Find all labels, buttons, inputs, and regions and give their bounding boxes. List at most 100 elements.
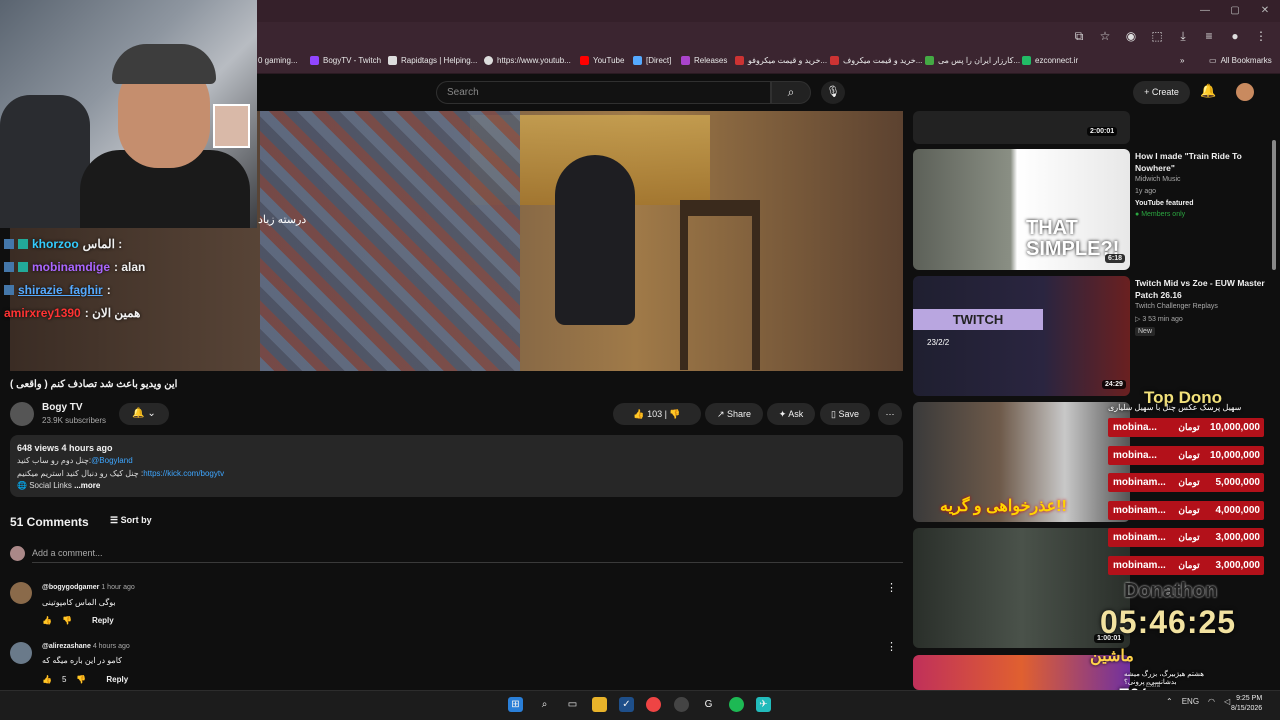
thumbs-up-icon: 👍 bbox=[633, 409, 648, 419]
reply-button[interactable]: Reply bbox=[96, 675, 128, 684]
maximize-icon[interactable]: ▢ bbox=[1220, 0, 1250, 22]
wifi-icon[interactable]: ◠ bbox=[1208, 697, 1215, 706]
language-indicator[interactable]: ENG bbox=[1182, 697, 1199, 706]
search-input[interactable]: Search bbox=[436, 81, 771, 104]
share-button[interactable]: ↗ Share bbox=[705, 403, 763, 425]
install-icon[interactable]: ⧉ bbox=[1072, 29, 1086, 44]
ezconnect-icon bbox=[1022, 56, 1031, 65]
app-icon[interactable]: ✈ bbox=[756, 697, 771, 712]
bookmark-0[interactable]: 0 gaming... bbox=[258, 56, 298, 65]
download-icon[interactable]: ⤓ bbox=[1176, 29, 1190, 44]
bookmark-8[interactable]: خرید و قیمت میکروف... bbox=[830, 56, 922, 65]
bookmark-2[interactable]: Rapidtags | Helping... bbox=[388, 56, 477, 65]
thumbs-up-icon[interactable]: 👍 bbox=[42, 616, 52, 625]
new-badge: New bbox=[1135, 327, 1156, 336]
donation-amount: 10,000,000 bbox=[1209, 422, 1260, 433]
comment-menu-icon[interactable]: ⋮ bbox=[886, 640, 897, 653]
channel-avatar[interactable] bbox=[10, 402, 34, 426]
description-line: 🌐 Social Links ...more bbox=[17, 481, 100, 490]
file-explorer-icon[interactable] bbox=[592, 697, 607, 712]
scrollbar[interactable] bbox=[1272, 140, 1276, 270]
ask-label: Ask bbox=[788, 409, 804, 419]
bookmark-9[interactable]: کارزار ایران را پس می... bbox=[925, 56, 1020, 65]
donation-currency: تومان bbox=[1178, 505, 1200, 515]
recommendation-meta: ▷ 3 53 min ago bbox=[1135, 315, 1183, 323]
description-link[interactable]: @Bogyland bbox=[91, 456, 132, 465]
obs-icon[interactable] bbox=[674, 697, 689, 712]
all-bookmarks[interactable]: ▭ All Bookmarks bbox=[1209, 56, 1272, 65]
microphone-icon[interactable]: 🎙 bbox=[821, 81, 845, 104]
thumbs-down-icon[interactable]: 👎 bbox=[76, 675, 86, 684]
notifications-icon[interactable]: 🔔 bbox=[1200, 83, 1216, 99]
bookmark-4[interactable]: YouTube bbox=[580, 56, 624, 65]
app-icon[interactable]: ✓ bbox=[619, 697, 634, 712]
recommendation-title[interactable]: Twitch Mid vs Zoe - EUW Master Patch 26.… bbox=[1135, 277, 1270, 301]
recommendation-channel[interactable]: Midwich Music bbox=[1135, 176, 1181, 183]
like-dislike-button[interactable]: 👍 103 | 👎 bbox=[613, 403, 701, 425]
bookmark-1[interactable]: BogyTV - Twitch bbox=[310, 56, 381, 65]
bookmark-7[interactable]: خرید و قیمت میکروفو... bbox=[735, 56, 827, 65]
add-comment-input[interactable]: Add a comment... bbox=[32, 548, 103, 558]
create-button[interactable]: + Create bbox=[1133, 81, 1190, 104]
avatar bbox=[10, 546, 25, 561]
save-button[interactable]: ▯ Save bbox=[820, 403, 870, 425]
bookmark-5[interactable]: [Direct] bbox=[633, 56, 671, 65]
releases-icon bbox=[681, 56, 690, 65]
thumbs-down-icon[interactable]: 👎 bbox=[62, 616, 72, 625]
bookmark-label: BogyTV - Twitch bbox=[323, 56, 382, 65]
clock[interactable]: 9:25 PM 8/15/2026 bbox=[1231, 694, 1262, 714]
volume-icon[interactable]: ◁ bbox=[1224, 697, 1230, 706]
recommendation-channel[interactable]: Twitch Challenger Replays bbox=[1135, 303, 1218, 310]
bookmark-6[interactable]: Releases bbox=[681, 56, 727, 65]
puzzle-icon[interactable]: ⬚ bbox=[1150, 29, 1164, 44]
flag-icon bbox=[925, 56, 934, 65]
bell-icon: 🔔 ⌄ bbox=[132, 408, 156, 419]
profile-icon[interactable]: ● bbox=[1228, 29, 1242, 44]
recommendation-title[interactable]: How I made "Train Ride To Nowhere" bbox=[1135, 150, 1270, 174]
bookmark-10[interactable]: ezconnect.ir bbox=[1022, 56, 1078, 65]
donation-amount: 5,000,000 bbox=[1215, 477, 1261, 488]
avatar[interactable] bbox=[1236, 83, 1254, 101]
sort-by-button[interactable]: ☰ Sort by bbox=[110, 515, 152, 526]
app-icon[interactable]: G bbox=[701, 697, 716, 712]
comment-avatar[interactable] bbox=[10, 582, 32, 604]
tray-chevron-icon[interactable]: ⌃ bbox=[1166, 697, 1173, 706]
plus-icon: + bbox=[1144, 87, 1152, 97]
video-title: این ویدیو باعث شد تصادف کنم ( واقعی ) bbox=[10, 379, 178, 390]
more-link[interactable]: ...more bbox=[74, 481, 100, 490]
thumbs-up-icon[interactable]: 👍 bbox=[42, 675, 52, 684]
recommendation-thumbnail[interactable] bbox=[913, 276, 1130, 396]
youtube-icon bbox=[580, 56, 589, 65]
description-text: Social Links bbox=[29, 481, 72, 490]
menu-icon[interactable]: ⋮ bbox=[1254, 29, 1268, 44]
chat-message: amirxrey1390: همین الان bbox=[4, 306, 140, 320]
channel-name[interactable]: Bogy TV bbox=[42, 402, 83, 413]
task-view-icon[interactable]: ▭ bbox=[565, 697, 580, 712]
windows-start-icon[interactable]: ⊞ bbox=[508, 697, 523, 712]
tab-search-icon[interactable]: ≡ bbox=[1202, 29, 1216, 44]
clock-date: 8/15/2026 bbox=[1231, 705, 1263, 712]
chrome-icon[interactable] bbox=[646, 697, 661, 712]
spotify-icon[interactable] bbox=[729, 697, 744, 712]
search-icon[interactable]: ⌕ bbox=[537, 697, 552, 712]
description-box[interactable] bbox=[10, 435, 903, 497]
search-icon[interactable]: ⌕ bbox=[771, 81, 811, 104]
bookmark-3[interactable]: https://www.youtub... bbox=[484, 56, 571, 65]
close-icon[interactable]: ✕ bbox=[1250, 0, 1280, 22]
bookmarks-overflow[interactable]: » bbox=[1180, 56, 1184, 65]
reply-button[interactable]: Reply bbox=[82, 616, 114, 625]
comment-avatar[interactable] bbox=[10, 642, 32, 664]
recommendation-thumbnail[interactable] bbox=[913, 528, 1130, 648]
minimize-icon[interactable]: — bbox=[1190, 0, 1220, 22]
ask-button[interactable]: ✦ Ask bbox=[767, 403, 815, 425]
comment-author[interactable]: @alirezashane 4 hours ago bbox=[42, 643, 130, 650]
description-line: چنل دوم رو ساب کنید:@Bogyland bbox=[17, 456, 133, 465]
comment-author[interactable]: @bogygodgamer 1 hour ago bbox=[42, 584, 135, 591]
star-icon[interactable]: ☆ bbox=[1098, 29, 1112, 44]
subscription-bell-button[interactable]: 🔔 ⌄ bbox=[119, 403, 169, 425]
comment-menu-icon[interactable]: ⋮ bbox=[886, 581, 897, 594]
more-actions-icon[interactable]: ⋯ bbox=[878, 403, 902, 425]
description-link[interactable]: https://kick.com/bogytv bbox=[143, 469, 224, 478]
extension-icon[interactable]: ◉ bbox=[1124, 29, 1138, 44]
view-count: 648 views 4 hours ago bbox=[17, 443, 113, 453]
